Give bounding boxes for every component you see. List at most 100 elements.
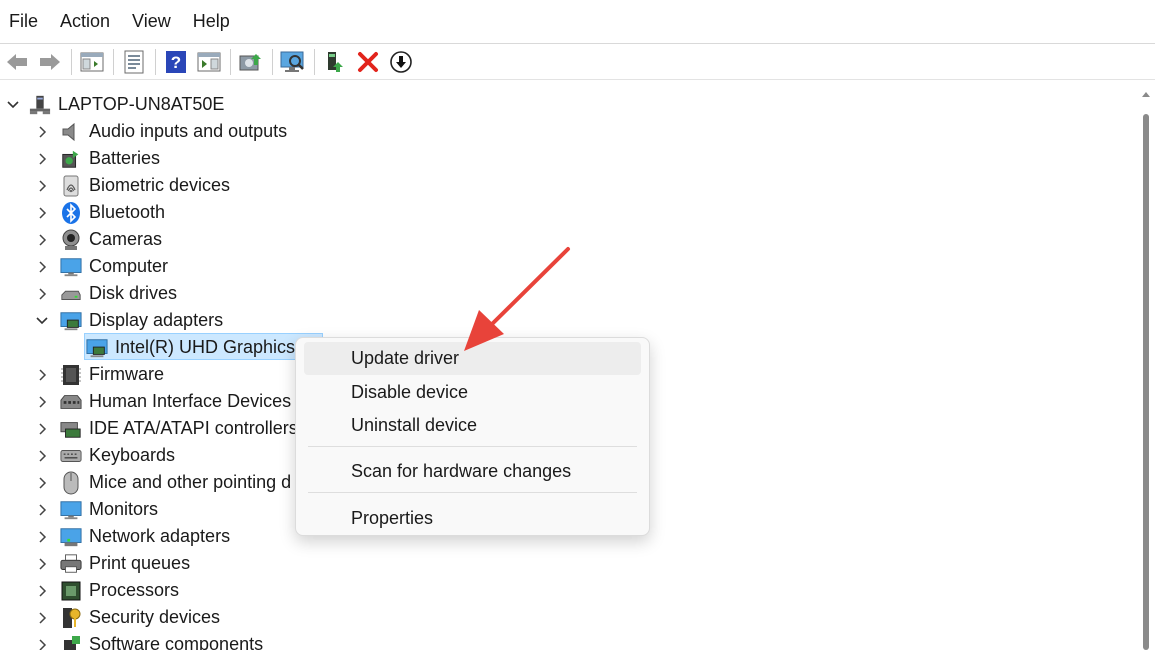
update-driver-button[interactable]	[236, 47, 266, 77]
tree-item-keyboards[interactable]: Keyboards	[33, 442, 175, 469]
tree-item-network-adapters[interactable]: Network adapters	[33, 523, 230, 550]
chevron-right-icon[interactable]	[33, 204, 51, 222]
display-adapter-icon	[86, 337, 108, 359]
tree-item-computer[interactable]: Computer	[33, 253, 168, 280]
tree-item-firmware[interactable]: Firmware	[33, 361, 164, 388]
tree-item-security-devices[interactable]: Security devices	[33, 604, 220, 631]
scroll-thumb[interactable]	[1143, 114, 1149, 650]
tree-item-ide-ata[interactable]: IDE ATA/ATAPI controllers	[33, 415, 298, 442]
properties-button[interactable]	[119, 47, 149, 77]
chevron-right-icon[interactable]	[33, 528, 51, 546]
forward-button[interactable]	[35, 47, 65, 77]
chevron-right-icon[interactable]	[33, 231, 51, 249]
tree-item-label: IDE ATA/ATAPI controllers	[89, 418, 298, 438]
chevron-right-icon[interactable]	[33, 447, 51, 465]
menu-item-update-driver[interactable]: Update driver	[304, 342, 641, 375]
show-hide-console-tree-icon	[80, 52, 104, 72]
tree-item-display-adapters[interactable]: Display adapters	[33, 307, 223, 334]
tree-item-label: Mice and other pointing d	[89, 472, 292, 492]
chevron-right-icon[interactable]	[33, 474, 51, 492]
tree-item-label: Network adapters	[89, 526, 231, 546]
ide-controller-icon	[60, 418, 82, 440]
uninstall-device-button[interactable]	[353, 47, 383, 77]
show-hide-console-tree-button[interactable]	[77, 47, 107, 77]
chevron-right-icon[interactable]	[33, 366, 51, 384]
scan-hardware-button[interactable]	[278, 47, 308, 77]
vertical-scrollbar[interactable]	[1138, 88, 1155, 650]
tree-item-processors[interactable]: Processors	[33, 577, 179, 604]
scroll-up-arrow-icon[interactable]	[1142, 92, 1150, 97]
toolbar-separator	[272, 49, 273, 75]
menu-item-scan-hardware[interactable]: Scan for hardware changes	[304, 455, 641, 488]
chevron-right-icon[interactable]	[33, 123, 51, 141]
menu-file[interactable]: File	[0, 0, 49, 43]
chevron-right-icon[interactable]	[33, 285, 51, 303]
tree-item-cameras[interactable]: Cameras	[33, 226, 162, 253]
keyboard-icon	[60, 445, 82, 467]
tree-item-label: Computer	[89, 256, 169, 276]
menu-separator	[308, 446, 637, 447]
chevron-down-icon[interactable]	[33, 312, 51, 330]
action-pane-button[interactable]	[194, 47, 224, 77]
tree-root[interactable]: LAPTOP-UN8AT50E	[4, 91, 224, 118]
tree-item-label: Cameras	[89, 229, 163, 249]
tree-item-disk-drives[interactable]: Disk drives	[33, 280, 177, 307]
tree-item-label: Disk drives	[89, 283, 178, 303]
action-pane-icon	[197, 52, 221, 72]
mouse-icon	[60, 471, 82, 494]
menu-help[interactable]: Help	[182, 0, 241, 43]
chevron-right-icon[interactable]	[33, 393, 51, 411]
tree-item-label: Audio inputs and outputs	[89, 121, 288, 141]
tree-item-audio[interactable]: Audio inputs and outputs	[33, 118, 287, 145]
tree-item-intel-uhd-graphics[interactable]: Intel(R) UHD Graphics 6	[86, 334, 310, 361]
tree-item-bluetooth[interactable]: Bluetooth	[33, 199, 165, 226]
help-button[interactable]: ?	[161, 47, 191, 77]
properties-icon	[124, 50, 144, 74]
toolbar: ?	[0, 45, 1155, 80]
chevron-right-icon[interactable]	[33, 501, 51, 519]
root-label: LAPTOP-UN8AT50E	[58, 94, 225, 114]
enable-device-icon	[328, 52, 343, 72]
menu-item-disable-device[interactable]: Disable device	[304, 376, 641, 409]
chevron-right-icon[interactable]	[33, 609, 51, 627]
enable-device-button[interactable]	[320, 47, 350, 77]
software-component-icon	[60, 634, 82, 650]
tree-item-label: Processors	[89, 580, 180, 600]
tree-item-monitors[interactable]: Monitors	[33, 496, 158, 523]
chevron-right-icon[interactable]	[33, 150, 51, 168]
chevron-right-icon[interactable]	[33, 582, 51, 600]
menu-separator	[308, 492, 637, 493]
back-arrow-icon	[7, 54, 27, 70]
tree-item-biometric[interactable]: Biometric devices	[33, 172, 230, 199]
chevron-right-icon[interactable]	[33, 177, 51, 195]
menu-action[interactable]: Action	[49, 0, 121, 43]
tree-item-print-queues[interactable]: Print queues	[33, 550, 190, 577]
tree-item-label: Monitors	[89, 499, 159, 519]
tree-item-batteries[interactable]: Batteries	[33, 145, 160, 172]
help-icon: ?	[166, 51, 186, 73]
battery-icon	[60, 148, 82, 170]
menu-item-properties[interactable]: Properties	[304, 502, 641, 535]
chevron-right-icon[interactable]	[33, 636, 51, 650]
hid-icon	[60, 391, 82, 413]
network-adapter-icon	[60, 526, 82, 548]
menu-item-uninstall-device[interactable]: Uninstall device	[304, 409, 641, 442]
disable-device-button[interactable]	[386, 47, 416, 77]
menu-bar: File Action View Help	[0, 0, 1155, 44]
chevron-right-icon[interactable]	[33, 555, 51, 573]
forward-arrow-icon	[40, 54, 60, 70]
tree-item-software-components[interactable]: Software components	[33, 631, 263, 650]
tree-item-mice[interactable]: Mice and other pointing d	[33, 469, 291, 496]
back-button[interactable]	[2, 47, 32, 77]
chevron-right-icon[interactable]	[33, 420, 51, 438]
chevron-down-icon[interactable]	[4, 96, 22, 114]
toolbar-separator	[113, 49, 114, 75]
tree-item-hid[interactable]: Human Interface Devices	[33, 388, 291, 415]
menu-view[interactable]: View	[121, 0, 182, 43]
firmware-chip-icon	[60, 364, 82, 386]
disable-device-icon	[390, 51, 412, 73]
computer-icon	[60, 256, 82, 278]
security-key-icon	[60, 607, 82, 629]
chevron-right-icon[interactable]	[33, 258, 51, 276]
bluetooth-icon	[60, 201, 82, 224]
